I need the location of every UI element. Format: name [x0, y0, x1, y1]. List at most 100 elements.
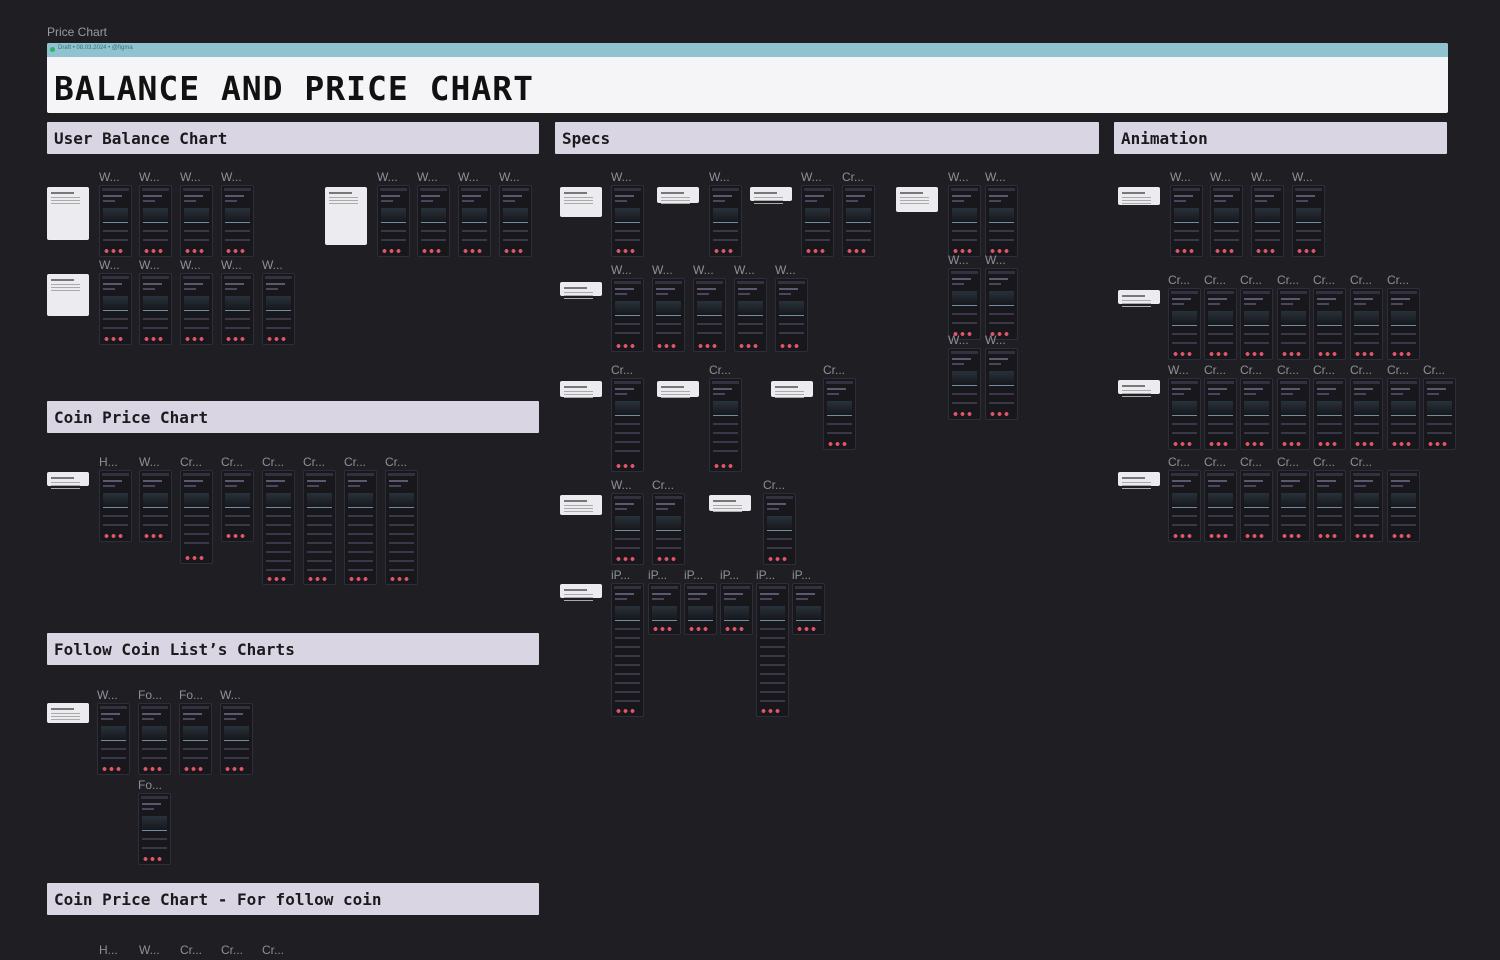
frame-thumbnail[interactable] — [180, 273, 213, 345]
frame-thumbnail[interactable] — [1168, 288, 1201, 360]
frame-thumbnail[interactable] — [1387, 378, 1420, 450]
frame-thumbnail[interactable] — [823, 378, 856, 450]
frame-label[interactable]: W... — [734, 263, 755, 277]
frame-thumbnail[interactable] — [709, 185, 742, 257]
frame-label[interactable]: Cr... — [1313, 363, 1335, 377]
frame-label[interactable]: Cr... — [221, 943, 243, 957]
frame-thumbnail[interactable] — [1313, 378, 1346, 450]
frame-label[interactable]: W... — [221, 258, 242, 272]
frame-thumbnail[interactable] — [458, 185, 491, 257]
frame-thumbnail[interactable] — [948, 268, 981, 340]
frame-thumbnail[interactable] — [948, 348, 981, 420]
frame-label[interactable]: Cr... — [303, 455, 325, 469]
sticky-note[interactable] — [750, 187, 792, 201]
frame-thumbnail[interactable] — [1204, 470, 1237, 542]
frame-thumbnail[interactable] — [652, 278, 685, 352]
frame-thumbnail[interactable] — [99, 185, 132, 257]
sticky-note[interactable] — [709, 495, 751, 511]
frame-thumbnail[interactable] — [1170, 185, 1203, 257]
frame-thumbnail[interactable] — [139, 185, 172, 257]
frame-label[interactable]: W... — [220, 688, 241, 702]
frame-label[interactable]: W... — [948, 253, 969, 267]
frame-label[interactable]: W... — [611, 263, 632, 277]
section-follow-coin-list-charts[interactable]: Follow Coin List’s Charts — [47, 633, 539, 665]
frame-thumbnail[interactable] — [180, 185, 213, 257]
frame-label[interactable]: Cr... — [1240, 273, 1262, 287]
frame-label[interactable]: Cr... — [1168, 455, 1190, 469]
frame-label[interactable]: Cr... — [1313, 455, 1335, 469]
frame-thumbnail[interactable] — [180, 470, 213, 564]
frame-thumbnail[interactable] — [1277, 288, 1310, 360]
frame-thumbnail[interactable] — [611, 278, 644, 352]
frame-label[interactable]: W... — [377, 170, 398, 184]
frame-label[interactable]: Cr... — [1350, 273, 1372, 287]
frame-label[interactable]: Cr... — [823, 363, 845, 377]
frame-label[interactable]: Cr... — [1350, 363, 1372, 377]
frame-thumbnail[interactable] — [842, 185, 875, 257]
frame-label[interactable]: Cr... — [611, 363, 633, 377]
frame-thumbnail[interactable] — [97, 703, 130, 775]
section-specs[interactable]: Specs — [555, 122, 1099, 154]
frame-label[interactable]: Cr... — [1313, 273, 1335, 287]
frame-label[interactable]: iP... — [611, 568, 630, 582]
frame-thumbnail[interactable] — [1350, 470, 1383, 542]
frame-label[interactable]: W... — [139, 943, 160, 957]
frame-thumbnail[interactable] — [1240, 378, 1273, 450]
frame-thumbnail[interactable] — [179, 703, 212, 775]
frame-label[interactable]: Cr... — [180, 455, 202, 469]
frame-label[interactable]: Cr... — [262, 455, 284, 469]
sticky-note[interactable] — [657, 187, 699, 203]
frame-label[interactable]: W... — [801, 170, 822, 184]
frame-label[interactable]: W... — [611, 170, 632, 184]
frame-label[interactable]: W... — [97, 688, 118, 702]
frame-label[interactable]: W... — [1168, 363, 1189, 377]
frame-label[interactable]: iP... — [792, 568, 811, 582]
frame-label[interactable]: Cr... — [1168, 273, 1190, 287]
frame-thumbnail[interactable] — [1313, 470, 1346, 542]
frame-label[interactable]: Cr... — [1277, 363, 1299, 377]
sticky-note[interactable] — [1118, 290, 1160, 304]
frame-label[interactable]: Cr... — [1350, 455, 1372, 469]
frame-thumbnail[interactable] — [1423, 378, 1456, 450]
sticky-note[interactable] — [771, 381, 813, 397]
frame-thumbnail[interactable] — [1204, 378, 1237, 450]
frame-thumbnail[interactable] — [138, 793, 171, 865]
frame-thumbnail[interactable] — [1210, 185, 1243, 257]
frame-thumbnail[interactable] — [985, 268, 1018, 340]
frame-thumbnail[interactable] — [138, 703, 171, 775]
frame-label[interactable]: W... — [499, 170, 520, 184]
sticky-note[interactable] — [1118, 472, 1160, 486]
frame-label[interactable]: Cr... — [262, 943, 284, 957]
frame-thumbnail[interactable] — [734, 278, 767, 352]
frame-label[interactable]: W... — [1170, 170, 1191, 184]
frame-label[interactable]: Cr... — [709, 363, 731, 377]
sticky-note[interactable] — [47, 472, 89, 486]
sticky-note[interactable] — [560, 584, 602, 598]
frame-label[interactable]: Cr... — [221, 455, 243, 469]
frame-thumbnail[interactable] — [377, 185, 410, 257]
frame-label[interactable]: Cr... — [385, 455, 407, 469]
frame-thumbnail[interactable] — [611, 185, 644, 257]
frame-label[interactable]: W... — [775, 263, 796, 277]
frame-label[interactable]: W... — [1210, 170, 1231, 184]
sticky-note[interactable] — [1118, 380, 1160, 394]
frame-label[interactable]: W... — [139, 258, 160, 272]
sticky-note[interactable] — [560, 282, 602, 296]
frame-label[interactable]: Cr... — [1277, 273, 1299, 287]
frame-label[interactable]: Cr... — [344, 455, 366, 469]
frame-label[interactable]: Cr... — [1240, 363, 1262, 377]
frame-label[interactable]: Fo... — [179, 688, 203, 702]
frame-label[interactable]: W... — [1251, 170, 1272, 184]
frame-thumbnail[interactable] — [693, 278, 726, 352]
frame-thumbnail[interactable] — [1240, 288, 1273, 360]
frame-thumbnail[interactable] — [1251, 185, 1284, 257]
frame-thumbnail[interactable] — [221, 273, 254, 345]
frame-thumbnail[interactable] — [499, 185, 532, 257]
frame-thumbnail[interactable] — [763, 493, 796, 565]
sticky-note[interactable] — [560, 495, 602, 515]
frame-label[interactable]: Cr... — [1387, 363, 1409, 377]
frame-label[interactable]: Fo... — [138, 688, 162, 702]
frame-label[interactable]: H... — [99, 455, 118, 469]
frame-thumbnail[interactable] — [1350, 288, 1383, 360]
sticky-note[interactable] — [1118, 187, 1160, 205]
